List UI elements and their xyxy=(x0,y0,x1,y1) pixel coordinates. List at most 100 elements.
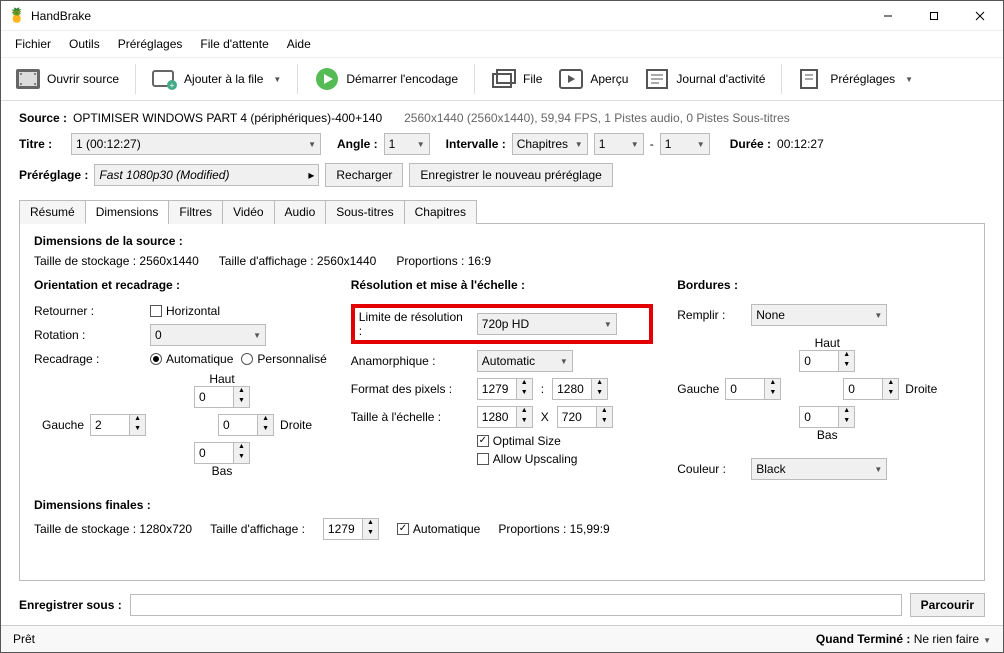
tab-chapters[interactable]: Chapitres xyxy=(404,200,477,224)
border-top-label: Haut xyxy=(747,336,907,350)
when-done-dropdown[interactable]: Ne rien faire▼ xyxy=(914,632,991,646)
when-done-label: Quand Terminé : xyxy=(816,632,910,646)
range-type-select[interactable]: Chapitres▼ xyxy=(512,133,588,155)
scaled-width-input[interactable]: ▲▼ xyxy=(477,406,533,428)
angle-select[interactable]: 1▼ xyxy=(384,133,430,155)
chevron-right-icon: ▸ xyxy=(308,168,314,182)
preview-icon xyxy=(558,68,584,90)
status-text: Prêt xyxy=(13,632,35,646)
crop-right-input[interactable]: ▲▼ xyxy=(218,414,274,436)
range-to-select[interactable]: 1▼ xyxy=(660,133,710,155)
save-preset-button[interactable]: Enregistrer le nouveau préréglage xyxy=(409,163,612,187)
title-select[interactable]: 1 (00:12:27)▼ xyxy=(71,133,321,155)
log-icon xyxy=(644,68,670,90)
tab-summary[interactable]: Résumé xyxy=(19,200,86,224)
flip-horizontal-checkbox[interactable]: Horizontal xyxy=(150,304,220,318)
final-dims-heading: Dimensions finales : xyxy=(34,498,970,512)
src-display-size: Taille d'affichage : 2560x1440 xyxy=(219,254,377,268)
save-as-label: Enregistrer sous : xyxy=(19,598,122,612)
toolbar-open-source[interactable]: Ouvrir source xyxy=(9,64,125,94)
minimize-button[interactable] xyxy=(865,1,911,31)
crop-bottom-input[interactable]: ▲▼ xyxy=(194,442,250,464)
chevron-down-icon: ▼ xyxy=(413,140,425,149)
menu-queue[interactable]: File d'attente xyxy=(192,33,276,55)
scaled-size-label: Taille à l'échelle : xyxy=(351,410,469,424)
res-limit-label: Limite de résolution : xyxy=(359,310,469,338)
fill-select[interactable]: None▼ xyxy=(751,304,887,326)
toolbar-file[interactable]: File xyxy=(485,64,548,94)
toolbar-preview-label: Aperçu xyxy=(590,72,628,86)
menu-help[interactable]: Aide xyxy=(279,33,319,55)
menu-presets[interactable]: Préréglages xyxy=(110,33,191,55)
border-top-input[interactable]: ▲▼ xyxy=(799,350,855,372)
toolbar-start-encode-label: Démarrer l'encodage xyxy=(346,72,458,86)
border-bottom-input[interactable]: ▲▼ xyxy=(799,406,855,428)
separator xyxy=(781,64,782,94)
res-limit-select[interactable]: 720p HD▼ xyxy=(477,313,617,335)
film-icon xyxy=(15,68,41,90)
src-par: Proportions : 16:9 xyxy=(396,254,491,268)
toolbar-add-to-queue[interactable]: + Ajouter à la file ▼ xyxy=(146,64,287,94)
chevron-down-icon: ▼ xyxy=(571,140,583,149)
angle-label: Angle : xyxy=(337,137,378,151)
border-left-input[interactable]: ▲▼ xyxy=(725,378,781,400)
final-storage: Taille de stockage : 1280x720 xyxy=(34,522,192,536)
final-auto-checkbox[interactable]: ✓Automatique xyxy=(397,522,480,536)
tab-video[interactable]: Vidéo xyxy=(222,200,274,224)
stack-icon xyxy=(491,68,517,90)
toolbar-activity[interactable]: Journal d'activité xyxy=(638,64,771,94)
range-from-select[interactable]: 1▼ xyxy=(594,133,644,155)
border-left-label: Gauche xyxy=(677,382,719,396)
tab-audio[interactable]: Audio xyxy=(274,200,327,224)
optimal-size-checkbox[interactable]: ✓Optimal Size xyxy=(477,434,654,448)
toolbar-add-to-queue-label: Ajouter à la file xyxy=(184,72,263,86)
final-par: Proportions : 15,99:9 xyxy=(498,522,609,536)
final-display-input[interactable]: ▲▼ xyxy=(323,518,379,540)
separator xyxy=(297,64,298,94)
tab-dimensions[interactable]: Dimensions xyxy=(85,200,170,224)
border-right-input[interactable]: ▲▼ xyxy=(843,378,899,400)
separator xyxy=(135,64,136,94)
duration-label: Durée : xyxy=(730,137,771,151)
toolbar-presets[interactable]: Préréglages ▼ xyxy=(792,64,919,94)
close-button[interactable] xyxy=(957,1,1003,31)
menu-tools[interactable]: Outils xyxy=(61,33,108,55)
cropping-auto-radio[interactable]: Automatique xyxy=(150,352,233,366)
crop-left-input[interactable]: ▲▼ xyxy=(90,414,146,436)
tab-filters[interactable]: Filtres xyxy=(168,200,223,224)
chevron-down-icon: ▼ xyxy=(249,331,261,340)
statusbar: Prêt Quand Terminé : Ne rien faire▼ xyxy=(1,625,1003,652)
rotation-select[interactable]: 0▼ xyxy=(150,324,266,346)
menu-file[interactable]: Fichier xyxy=(7,33,59,55)
toolbar-activity-label: Journal d'activité xyxy=(676,72,765,86)
maximize-button[interactable] xyxy=(911,1,957,31)
range-dash: - xyxy=(650,137,654,151)
pa-height-input[interactable]: ▲▼ xyxy=(552,378,608,400)
allow-upscaling-checkbox[interactable]: Allow Upscaling xyxy=(477,452,654,466)
crop-top-input[interactable]: ▲▼ xyxy=(194,386,250,408)
final-display-label: Taille d'affichage : xyxy=(210,522,305,536)
source-info: 2560x1440 (2560x1440), 59,94 FPS, 1 Pist… xyxy=(404,111,790,125)
scaled-height-input[interactable]: ▲▼ xyxy=(557,406,613,428)
preset-select[interactable]: Fast 1080p30 (Modified)▸ xyxy=(94,164,319,186)
queue-add-icon: + xyxy=(152,68,178,90)
reload-preset-button[interactable]: Recharger xyxy=(325,163,403,187)
preset-label: Préréglage : xyxy=(19,168,88,182)
presets-icon xyxy=(798,68,824,90)
tab-subtitles[interactable]: Sous-titres xyxy=(325,200,404,224)
menubar: Fichier Outils Préréglages File d'attent… xyxy=(1,31,1003,58)
range-label: Intervalle : xyxy=(446,137,506,151)
save-as-input[interactable] xyxy=(130,594,902,616)
resolution-heading: Résolution et mise à l'échelle : xyxy=(351,278,654,292)
toolbar-start-encode[interactable]: Démarrer l'encodage xyxy=(308,64,464,94)
dimensions-panel: Dimensions de la source : Taille de stoc… xyxy=(19,224,985,581)
crop-bottom-label: Bas xyxy=(142,464,302,478)
toolbar-file-label: File xyxy=(523,72,542,86)
border-color-select[interactable]: Black▼ xyxy=(751,458,887,480)
browse-button[interactable]: Parcourir xyxy=(910,593,985,617)
anamorphic-select[interactable]: Automatic▼ xyxy=(477,350,573,372)
toolbar-preview[interactable]: Aperçu xyxy=(552,64,634,94)
cropping-custom-radio[interactable]: Personnalisé xyxy=(241,352,326,366)
border-right-label: Droite xyxy=(905,382,937,396)
pa-width-input[interactable]: ▲▼ xyxy=(477,378,533,400)
